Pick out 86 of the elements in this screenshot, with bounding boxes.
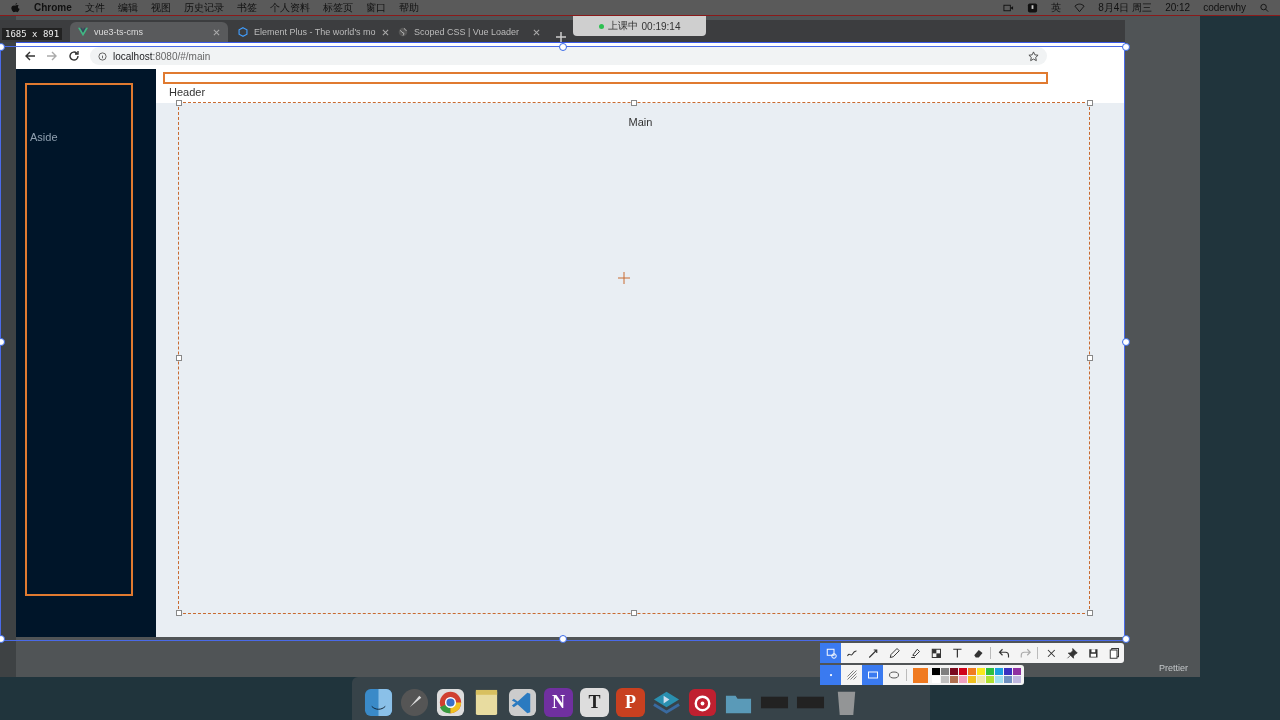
rect-option-icon[interactable] xyxy=(862,665,883,685)
color-swatch[interactable] xyxy=(941,667,949,675)
forward-arrow-icon[interactable] xyxy=(46,50,58,62)
color-swatch[interactable] xyxy=(959,667,967,675)
spiral-app-icon[interactable] xyxy=(688,688,717,717)
selection-handle[interactable] xyxy=(1122,43,1130,51)
dot-option-icon[interactable] xyxy=(820,665,841,685)
reload-icon[interactable] xyxy=(68,50,80,62)
color-swatch[interactable] xyxy=(986,667,994,675)
globe-icon xyxy=(398,27,408,37)
current-color-swatch[interactable] xyxy=(913,667,928,683)
color-swatch[interactable] xyxy=(1013,675,1021,683)
selection-handle[interactable] xyxy=(559,635,567,643)
address-bar[interactable]: localhost:8080/#/main xyxy=(90,47,1047,65)
select-tool-icon[interactable] xyxy=(820,643,841,663)
color-swatch[interactable] xyxy=(1004,675,1012,683)
close-icon[interactable] xyxy=(381,28,389,36)
resize-handle[interactable] xyxy=(176,100,182,106)
crosshair-cursor-icon xyxy=(617,271,631,285)
class-timer-pill[interactable]: 上课中 00:19:14 xyxy=(573,16,706,36)
header-label: Header xyxy=(169,86,206,98)
apple-logo-icon[interactable] xyxy=(10,2,21,13)
color-swatch[interactable] xyxy=(977,675,985,683)
input-method-indicator[interactable]: 英 xyxy=(1051,0,1062,15)
color-swatch[interactable] xyxy=(995,667,1003,675)
info-icon[interactable] xyxy=(98,51,107,61)
resize-handle[interactable] xyxy=(176,355,182,361)
selection-handle[interactable] xyxy=(1122,635,1130,643)
video-camera-icon[interactable] xyxy=(1003,2,1015,13)
color-swatch[interactable] xyxy=(1013,667,1021,675)
letter-app-icon[interactable]: N xyxy=(544,688,573,717)
search-icon[interactable] xyxy=(1259,2,1270,13)
close-icon[interactable] xyxy=(213,28,220,36)
browser-tab[interactable]: Scoped CSS | Vue Loader xyxy=(390,22,548,42)
timer-status: 上课中 xyxy=(607,19,638,33)
resize-handle[interactable] xyxy=(176,610,182,616)
menubar-time[interactable]: 20:12 xyxy=(1165,2,1191,13)
smiling-face-app-icon[interactable] xyxy=(364,688,393,717)
resize-handle[interactable] xyxy=(1087,355,1093,361)
menu-item[interactable]: 标签页 xyxy=(322,0,353,15)
aside-label: Aside xyxy=(30,131,58,143)
star-icon[interactable] xyxy=(1028,50,1039,62)
color-swatch[interactable] xyxy=(959,675,967,683)
color-swatch[interactable] xyxy=(995,675,1003,683)
rocket-app-icon[interactable] xyxy=(400,688,429,717)
color-swatch[interactable] xyxy=(986,675,994,683)
selection-handle[interactable] xyxy=(559,43,567,51)
chrome-app-icon[interactable] xyxy=(436,688,465,717)
capture-selection[interactable] xyxy=(0,46,1125,641)
v-logo-icon xyxy=(78,27,88,37)
browser-tab[interactable]: Element Plus - The world's mo xyxy=(230,22,388,42)
letter-app-icon[interactable]: P xyxy=(616,688,645,717)
menu-item[interactable]: 书签 xyxy=(236,0,257,15)
color-swatch[interactable] xyxy=(950,667,958,675)
menu-item[interactable]: 窗口 xyxy=(365,0,386,15)
color-swatch[interactable] xyxy=(932,667,940,675)
menu-item[interactable]: 视图 xyxy=(150,0,171,15)
annotation-rectangle[interactable] xyxy=(25,83,133,596)
color-swatch[interactable] xyxy=(1004,667,1012,675)
status-bar-item[interactable]: Prettier xyxy=(1159,663,1188,673)
resize-handle[interactable] xyxy=(631,100,637,106)
resize-handle[interactable] xyxy=(631,610,637,616)
browser-tab[interactable]: vue3-ts-cms xyxy=(70,22,228,42)
close-icon[interactable] xyxy=(533,28,540,36)
timer-time: 00:19:14 xyxy=(641,20,681,32)
resize-handle[interactable] xyxy=(1087,610,1093,616)
color-swatch[interactable] xyxy=(968,667,976,675)
menu-item[interactable]: 编辑 xyxy=(117,0,138,15)
wifi-icon[interactable] xyxy=(1074,2,1086,13)
resize-handle[interactable] xyxy=(1087,100,1093,106)
main-label: Main xyxy=(628,116,653,128)
selection-handle[interactable] xyxy=(1122,338,1130,346)
code-editor-app-icon[interactable] xyxy=(508,688,537,717)
color-swatch[interactable] xyxy=(941,675,949,683)
color-swatch[interactable] xyxy=(932,675,940,683)
selection-size-label: 1685 x 891 xyxy=(2,28,63,40)
color-swatch[interactable] xyxy=(968,675,976,683)
app-menu[interactable]: Chrome xyxy=(34,2,72,13)
color-swatch[interactable] xyxy=(950,675,958,683)
color-swatch[interactable] xyxy=(977,667,985,675)
user-name[interactable]: coderwhy xyxy=(1203,2,1246,13)
hexagon-logo-icon xyxy=(238,27,248,37)
letter-app-icon[interactable]: T xyxy=(580,688,609,717)
back-arrow-icon[interactable] xyxy=(24,50,36,62)
menu-item[interactable]: 文件 xyxy=(84,0,105,15)
menu-item[interactable]: 历史记录 xyxy=(183,0,224,15)
